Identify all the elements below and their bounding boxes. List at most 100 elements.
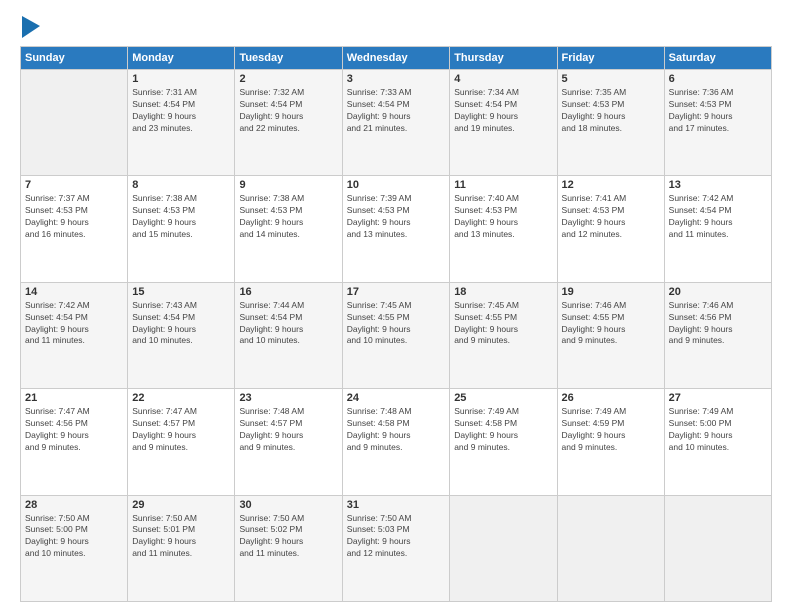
day-number: 15 [132,286,230,298]
calendar-cell [450,495,557,601]
day-number: 13 [669,179,767,191]
calendar-cell: 29 Sunrise: 7:50 AM Sunset: 5:01 PM Dayli… [128,495,235,601]
day-info: Sunrise: 7:50 AM Sunset: 5:01 PM Dayligh… [132,513,230,561]
day-header-wednesday: Wednesday [342,47,449,70]
day-number: 24 [347,392,445,404]
calendar-cell: 23 Sunrise: 7:48 AM Sunset: 4:57 PM Dayli… [235,389,342,495]
day-info: Sunrise: 7:48 AM Sunset: 4:58 PM Dayligh… [347,406,445,454]
day-info: Sunrise: 7:48 AM Sunset: 4:57 PM Dayligh… [239,406,337,454]
page-header [20,18,772,38]
day-header-thursday: Thursday [450,47,557,70]
day-number: 6 [669,73,767,85]
day-number: 16 [239,286,337,298]
day-number: 18 [454,286,552,298]
calendar-cell: 20 Sunrise: 7:46 AM Sunset: 4:56 PM Dayli… [664,282,771,388]
calendar-week-4: 21 Sunrise: 7:47 AM Sunset: 4:56 PM Dayli… [21,389,772,495]
day-info: Sunrise: 7:50 AM Sunset: 5:00 PM Dayligh… [25,513,123,561]
day-info: Sunrise: 7:45 AM Sunset: 4:55 PM Dayligh… [454,300,552,348]
calendar-cell: 2 Sunrise: 7:32 AM Sunset: 4:54 PM Daylig… [235,70,342,176]
calendar-cell: 8Sunrise: 7:38 AM Sunset: 4:53 PM Daylig… [128,176,235,282]
day-info: Sunrise: 7:49 AM Sunset: 4:58 PM Dayligh… [454,406,552,454]
day-number: 14 [25,286,123,298]
calendar-week-3: 14 Sunrise: 7:42 AM Sunset: 4:54 PM Dayli… [21,282,772,388]
day-info: Sunrise: 7:42 AM Sunset: 4:54 PM Dayligh… [669,193,767,241]
day-number: 2 [239,73,337,85]
day-header-sunday: Sunday [21,47,128,70]
calendar-cell: 4 Sunrise: 7:34 AM Sunset: 4:54 PM Daylig… [450,70,557,176]
day-number: 7 [25,179,123,191]
calendar-cell: 18 Sunrise: 7:45 AM Sunset: 4:55 PM Dayli… [450,282,557,388]
day-info: Sunrise: 7:36 AM Sunset: 4:53 PM Dayligh… [669,87,767,135]
day-number: 1 [132,73,230,85]
calendar-cell: 22 Sunrise: 7:47 AM Sunset: 4:57 PM Dayli… [128,389,235,495]
day-number: 29 [132,499,230,511]
calendar-cell: 17 Sunrise: 7:45 AM Sunset: 4:55 PM Dayli… [342,282,449,388]
calendar-cell: 27 Sunrise: 7:49 AM Sunset: 5:00 PM Dayli… [664,389,771,495]
calendar-cell: 5 Sunrise: 7:35 AM Sunset: 4:53 PM Daylig… [557,70,664,176]
day-number: 27 [669,392,767,404]
day-number: 28 [25,499,123,511]
day-info: Sunrise: 7:41 AM Sunset: 4:53 PM Dayligh… [562,193,660,241]
day-info: Sunrise: 7:42 AM Sunset: 4:54 PM Dayligh… [25,300,123,348]
calendar-cell: 3Sunrise: 7:33 AM Sunset: 4:54 PM Daylig… [342,70,449,176]
day-info: Sunrise: 7:50 AM Sunset: 5:03 PM Dayligh… [347,513,445,561]
day-info: Sunrise: 7:47 AM Sunset: 4:57 PM Dayligh… [132,406,230,454]
day-info: Sunrise: 7:45 AM Sunset: 4:55 PM Dayligh… [347,300,445,348]
day-number: 9 [239,179,337,191]
day-number: 20 [669,286,767,298]
day-info: Sunrise: 7:43 AM Sunset: 4:54 PM Dayligh… [132,300,230,348]
day-info: Sunrise: 7:38 AM Sunset: 4:53 PM Dayligh… [239,193,337,241]
day-info: Sunrise: 7:31 AM Sunset: 4:54 PM Dayligh… [132,87,230,135]
calendar-cell: 1 Sunrise: 7:31 AM Sunset: 4:54 PM Daylig… [128,70,235,176]
day-info: Sunrise: 7:35 AM Sunset: 4:53 PM Dayligh… [562,87,660,135]
day-info: Sunrise: 7:32 AM Sunset: 4:54 PM Dayligh… [239,87,337,135]
calendar-cell: 9 Sunrise: 7:38 AM Sunset: 4:53 PM Daylig… [235,176,342,282]
day-number: 10 [347,179,445,191]
day-info: Sunrise: 7:33 AM Sunset: 4:54 PM Dayligh… [347,87,445,135]
calendar-cell: 14 Sunrise: 7:42 AM Sunset: 4:54 PM Dayli… [21,282,128,388]
day-info: Sunrise: 7:44 AM Sunset: 4:54 PM Dayligh… [239,300,337,348]
day-number: 11 [454,179,552,191]
calendar-table: SundayMondayTuesdayWednesdayThursdayFrid… [20,46,772,602]
day-number: 21 [25,392,123,404]
day-number: 17 [347,286,445,298]
day-info: Sunrise: 7:37 AM Sunset: 4:53 PM Dayligh… [25,193,123,241]
calendar-cell: 11Sunrise: 7:40 AM Sunset: 4:53 PM Dayli… [450,176,557,282]
calendar-cell [21,70,128,176]
day-info: Sunrise: 7:39 AM Sunset: 4:53 PM Dayligh… [347,193,445,241]
day-header-monday: Monday [128,47,235,70]
calendar-week-2: 7 Sunrise: 7:37 AM Sunset: 4:53 PM Daylig… [21,176,772,282]
day-number: 12 [562,179,660,191]
day-info: Sunrise: 7:46 AM Sunset: 4:56 PM Dayligh… [669,300,767,348]
day-number: 25 [454,392,552,404]
calendar-week-5: 28 Sunrise: 7:50 AM Sunset: 5:00 PM Dayli… [21,495,772,601]
day-number: 19 [562,286,660,298]
calendar-cell: 15 Sunrise: 7:43 AM Sunset: 4:54 PM Dayli… [128,282,235,388]
calendar-cell: 7 Sunrise: 7:37 AM Sunset: 4:53 PM Daylig… [21,176,128,282]
day-info: Sunrise: 7:34 AM Sunset: 4:54 PM Dayligh… [454,87,552,135]
day-info: Sunrise: 7:47 AM Sunset: 4:56 PM Dayligh… [25,406,123,454]
calendar-header-row: SundayMondayTuesdayWednesdayThursdayFrid… [21,47,772,70]
day-number: 23 [239,392,337,404]
day-number: 22 [132,392,230,404]
day-info: Sunrise: 7:49 AM Sunset: 5:00 PM Dayligh… [669,406,767,454]
calendar-cell: 24 Sunrise: 7:48 AM Sunset: 4:58 PM Dayli… [342,389,449,495]
calendar-cell [664,495,771,601]
calendar-cell: 19Sunrise: 7:46 AM Sunset: 4:55 PM Dayli… [557,282,664,388]
day-number: 5 [562,73,660,85]
calendar-cell: 16 Sunrise: 7:44 AM Sunset: 4:54 PM Dayli… [235,282,342,388]
calendar-week-1: 1 Sunrise: 7:31 AM Sunset: 4:54 PM Daylig… [21,70,772,176]
calendar-cell: 25 Sunrise: 7:49 AM Sunset: 4:58 PM Dayli… [450,389,557,495]
calendar-cell: 31 Sunrise: 7:50 AM Sunset: 5:03 PM Dayli… [342,495,449,601]
calendar-cell: 12 Sunrise: 7:41 AM Sunset: 4:53 PM Dayli… [557,176,664,282]
calendar-cell: 13 Sunrise: 7:42 AM Sunset: 4:54 PM Dayli… [664,176,771,282]
day-header-saturday: Saturday [664,47,771,70]
day-number: 31 [347,499,445,511]
calendar-cell: 26Sunrise: 7:49 AM Sunset: 4:59 PM Dayli… [557,389,664,495]
calendar-cell: 21 Sunrise: 7:47 AM Sunset: 4:56 PM Dayli… [21,389,128,495]
day-info: Sunrise: 7:49 AM Sunset: 4:59 PM Dayligh… [562,406,660,454]
day-info: Sunrise: 7:50 AM Sunset: 5:02 PM Dayligh… [239,513,337,561]
day-number: 4 [454,73,552,85]
day-number: 8 [132,179,230,191]
day-header-tuesday: Tuesday [235,47,342,70]
